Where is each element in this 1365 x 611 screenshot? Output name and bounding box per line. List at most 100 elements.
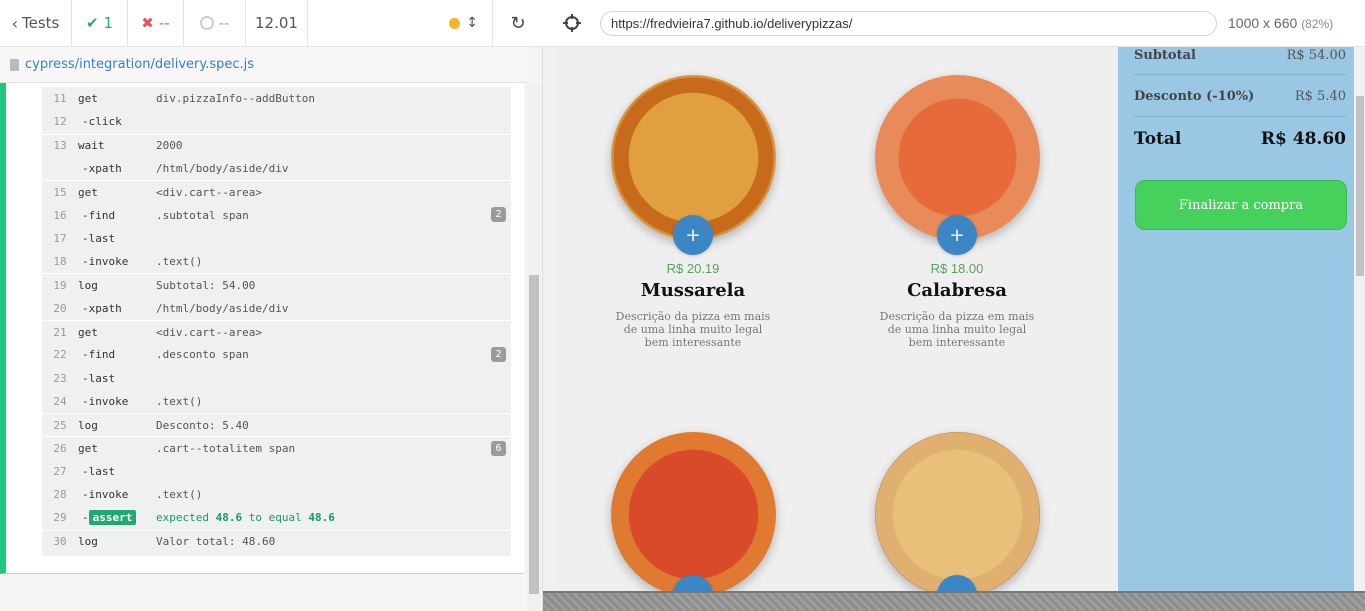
command-row[interactable]: 28 -invoke .text() [42, 483, 511, 506]
pizza-name: Calabresa [907, 280, 1007, 301]
command-name: -xpath [82, 301, 122, 315]
passed-count[interactable]: ✔ 1 [72, 0, 128, 46]
add-pizza-button[interactable]: + [673, 215, 713, 255]
command-row[interactable]: 18 -invoke .text() [42, 250, 511, 273]
command-number: 15 [53, 185, 67, 199]
command-number: 23 [53, 371, 67, 385]
assert-to-equal: to equal [248, 511, 302, 525]
command-row[interactable]: 21 get <div.cart--area> [42, 319, 511, 343]
command-name: -find [82, 348, 116, 362]
pizza-name: Mussarela [640, 280, 746, 301]
total-value: R$ 48.60 [1260, 129, 1346, 149]
command-row[interactable]: 23 -last [42, 367, 511, 390]
total-row: Total R$ 48.60 [1134, 129, 1346, 149]
command-row[interactable]: 30 log Valor total: 48.60 [42, 529, 511, 553]
selector-playground-icon[interactable] [562, 13, 582, 33]
failed-value: -- [158, 14, 170, 32]
tests-label: Tests [22, 14, 60, 32]
runner-status: ↕ [308, 0, 493, 46]
command-list: 11 get div.pizzaInfo--addButton 12 -click 13 w… [42, 87, 511, 556]
assert-expected: expected [156, 511, 209, 525]
command-row[interactable]: 15 get <div.cart--area> [42, 180, 511, 203]
command-row[interactable]: 24 -invoke .text() [42, 390, 511, 413]
assert-v2: 48.6 [308, 511, 335, 525]
test-runner-panel: ‹ Tests ✔ 1 ✖ -- -- 12.01 ↕ ↻ cypress/in… [0, 0, 543, 611]
command-row[interactable]: 26 get .cart--totalitem span 6 [42, 436, 511, 459]
command-number: 16 [53, 208, 67, 222]
command-number: 20 [53, 301, 67, 315]
discount-row: Desconto (-10%) R$ 5.40 [1134, 89, 1346, 104]
command-number: 30 [53, 535, 67, 549]
pending-value: -- [218, 14, 230, 32]
command-message: div.pizzaInfo--addButton [156, 92, 315, 106]
app-preview: https://fredvieira7.github.io/deliverypi… [543, 0, 1365, 611]
viewport-size: 1000 x 660 [1228, 15, 1298, 31]
command-number: 21 [53, 325, 67, 339]
spec-path[interactable]: cypress/integration/delivery.spec.js [25, 57, 254, 72]
command-row[interactable]: 27 -last [42, 460, 511, 483]
command-row[interactable]: 22 -find .desconto span 2 [42, 343, 511, 366]
command-name: -last [82, 371, 116, 385]
address-bar: https://fredvieira7.github.io/deliverypi… [543, 0, 1365, 47]
command-message: /html/body/aside/div [156, 162, 289, 176]
command-row[interactable]: 12 -click [42, 110, 511, 133]
tests-button[interactable]: ‹ Tests [0, 0, 72, 46]
command-name: -invoke [82, 255, 129, 269]
command-name: -last [82, 464, 116, 478]
status-dot-icon [449, 17, 461, 29]
command-message: .text() [156, 488, 203, 502]
pizza-description: Descrição da pizza em mais de uma linha … [879, 310, 1035, 349]
app-scroll-thumb[interactable] [1356, 96, 1364, 276]
element-count-badge: 2 [491, 347, 506, 363]
pizza-description: Descrição da pizza em mais de uma linha … [615, 310, 771, 349]
command-number: 12 [53, 115, 67, 129]
chevron-left-icon: ‹ [11, 13, 19, 33]
command-row[interactable]: 25 log Desconto: 5.40 [42, 413, 511, 436]
command-name: get [78, 325, 98, 339]
url-field[interactable]: https://fredvieira7.github.io/deliverypi… [600, 11, 1217, 36]
command-number: 26 [53, 442, 67, 456]
command-message: <div.cart--area> [156, 185, 262, 199]
command-row[interactable]: 29- assert expected 48.6 to equal 48.6 [42, 506, 511, 529]
add-pizza-button[interactable]: + [937, 215, 977, 255]
command-name: get [78, 185, 98, 199]
command-number: 27 [53, 464, 67, 478]
scroll-toggle-icon[interactable]: ↕ [466, 15, 478, 31]
command-message: Desconto: 5.40 [156, 418, 249, 432]
discount-label: Desconto (-10%) [1134, 89, 1255, 104]
file-icon [10, 58, 19, 71]
zoom-level: (82%) [1301, 17, 1334, 31]
command-row[interactable]: -xpath/html/body/aside/div [42, 157, 511, 180]
command-message: .subtotal span [156, 208, 249, 222]
pending-count[interactable]: -- [184, 0, 246, 46]
command-row[interactable]: 20 -xpath/html/body/aside/div [42, 297, 511, 320]
command-row[interactable]: 11 get div.pizzaInfo--addButton [42, 87, 511, 110]
command-row[interactable]: 16 -find .subtotal span 2 [42, 203, 511, 226]
failed-count[interactable]: ✖ -- [128, 0, 184, 46]
runner-scroll-thumb[interactable] [529, 275, 539, 594]
command-number: 13 [53, 139, 67, 153]
command-name: -invoke [82, 395, 129, 408]
command-message: Valor total: 48.60 [156, 535, 276, 549]
reload-button[interactable]: ↻ [493, 0, 543, 46]
command-message: Subtotal: 54.00 [156, 279, 256, 293]
command-log: 11 get div.pizzaInfo--addButton 12 -click 13 w… [0, 83, 524, 574]
pizza-price: R$ 20.19 [666, 261, 720, 276]
command-row[interactable]: 17 -last [42, 227, 511, 250]
element-count-badge: 6 [491, 441, 506, 457]
passed-value: 1 [103, 14, 114, 32]
cart-sidebar: Subtotal R$ 54.00 Desconto (-10%) R$ 5.4… [1118, 47, 1354, 591]
subtotal-label: Subtotal [1134, 48, 1196, 63]
command-name: -click [82, 115, 122, 129]
command-message: /html/body/aside/div [156, 301, 289, 315]
checkout-button[interactable]: Finalizar a compra [1135, 180, 1347, 230]
command-message: .text() [156, 255, 203, 269]
spec-path-bar[interactable]: cypress/integration/delivery.spec.js [0, 47, 527, 83]
command-row[interactable]: 13 wait 2000 [42, 133, 511, 157]
command-row[interactable]: 19 log Subtotal: 54.00 [42, 273, 511, 296]
command-number: 17 [53, 231, 67, 245]
command-number: 11 [53, 92, 67, 106]
command-number: 19 [53, 279, 67, 293]
command-name: -last [82, 231, 116, 245]
command-number: 24 [53, 395, 67, 408]
